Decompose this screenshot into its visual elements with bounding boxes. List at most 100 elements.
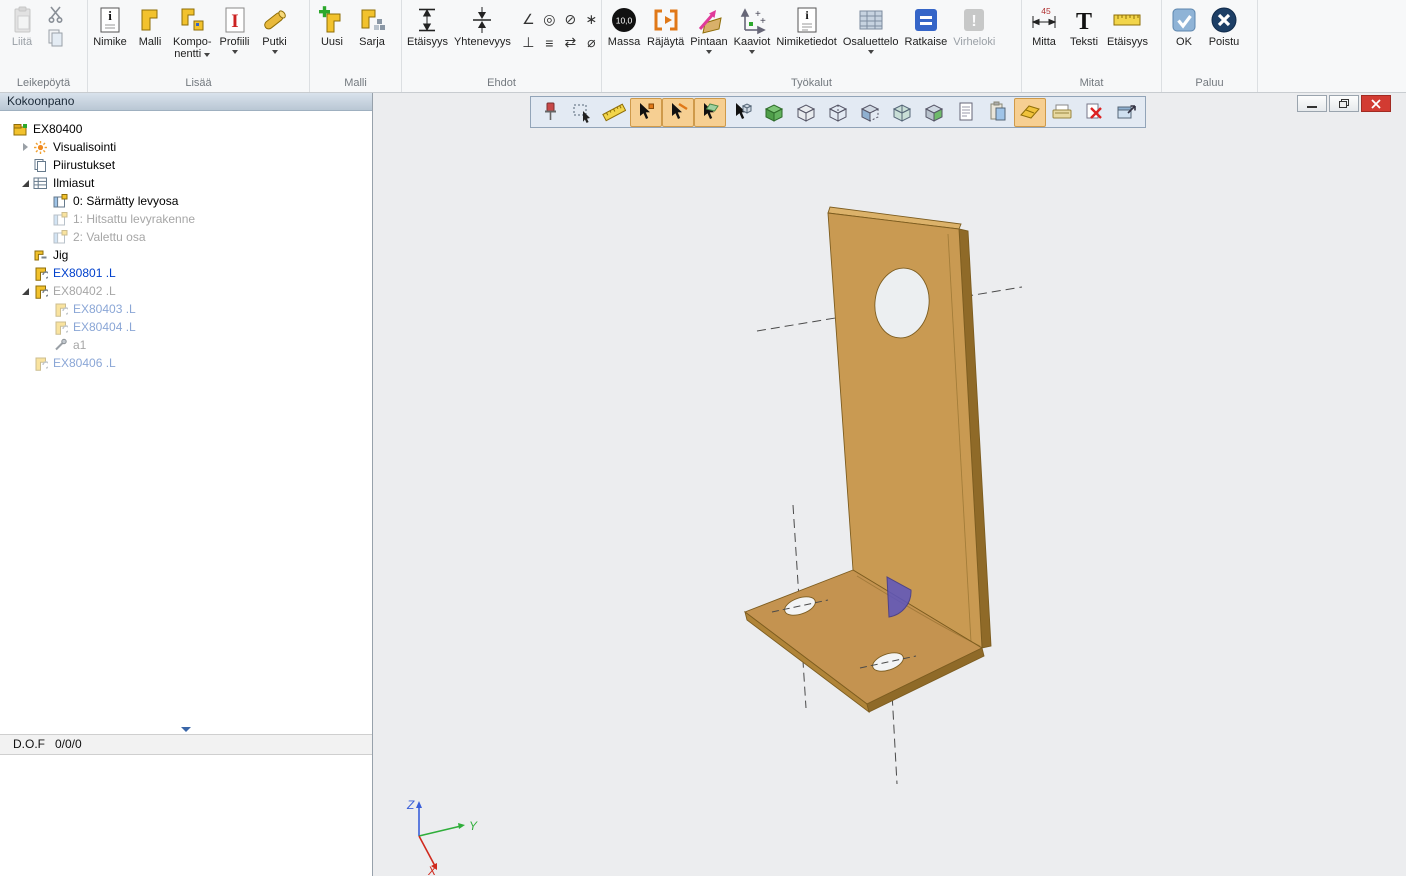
tree-item-ex80402[interactable]: EX80402 .L	[0, 282, 372, 300]
feature-list-icon[interactable]	[950, 98, 982, 127]
constraint-angle-button[interactable]: ∠	[518, 8, 539, 31]
etaisyys-measure-button[interactable]: Etäisyys	[1104, 2, 1151, 48]
explode-icon	[649, 3, 683, 36]
putki-button[interactable]: Putki	[255, 2, 295, 54]
external-view-icon[interactable]	[1110, 98, 1142, 127]
cube-shaded-icon[interactable]	[758, 98, 790, 127]
sheet-surface-icon[interactable]	[1014, 98, 1046, 127]
window-controls	[1295, 95, 1391, 112]
delete-doc-icon[interactable]	[1078, 98, 1110, 127]
exit-icon	[1207, 3, 1241, 36]
tree-item-ex80406[interactable]: EX80406 .L	[0, 354, 372, 372]
model-3d-bracket[interactable]	[745, 207, 991, 712]
uusi-button[interactable]: Uusi	[312, 2, 352, 48]
tray-icon[interactable]	[1046, 98, 1078, 127]
pintaan-button[interactable]: Pintaan	[687, 2, 730, 54]
ruler-icon	[1110, 3, 1144, 36]
teksti-button[interactable]: T Teksti	[1064, 2, 1104, 48]
assembly-root-icon	[13, 122, 28, 137]
z-axis-label: Z	[406, 798, 415, 812]
to-surface-icon	[692, 3, 726, 36]
dropdown-arrow-icon	[868, 50, 874, 54]
clipboard-icon[interactable]	[982, 98, 1014, 127]
massa-button[interactable]: 10,0 Massa	[604, 2, 644, 48]
group-label-clipboard: Leikepöytä	[0, 76, 87, 92]
pin-icon[interactable]	[534, 98, 566, 127]
panel-splitter[interactable]	[0, 724, 372, 734]
pick-vertex-icon[interactable]	[630, 98, 662, 127]
malli-button[interactable]: Malli	[130, 2, 170, 48]
kaaviot-button[interactable]: ++ Kaaviot	[731, 2, 774, 54]
constraint-symmetry-button[interactable]: ∗	[581, 8, 602, 31]
measure-icon[interactable]	[598, 98, 630, 127]
ribbon-group-model: Uusi Sarja Malli	[310, 0, 402, 92]
paste-icon	[5, 3, 39, 36]
virheloki-button[interactable]: ! Virheloki	[950, 2, 998, 48]
tree-item-ex80400[interactable]: EX80400	[0, 120, 372, 138]
error-log-icon: !	[957, 3, 991, 36]
constraint-tangent-button[interactable]: ⊘	[560, 8, 581, 31]
solve-icon	[909, 3, 943, 36]
constraint-diameter-button[interactable]: ⌀	[581, 31, 602, 54]
poistu-button[interactable]: Poistu	[1204, 2, 1244, 48]
pick-edge-icon[interactable]	[662, 98, 694, 127]
tree-item-config-0[interactable]: 0: Särmätty levyosa	[0, 192, 372, 210]
scene-svg: Z Y X	[373, 93, 1406, 876]
cube-wire-icon[interactable]	[790, 98, 822, 127]
nimike-button[interactable]: i Nimike	[90, 2, 130, 48]
tree-item-config-2[interactable]: 2: Valettu osa	[0, 228, 372, 246]
copy-button[interactable]	[44, 26, 68, 50]
mitta-button[interactable]: 45 Mitta	[1024, 2, 1064, 48]
restore-button[interactable]	[1329, 95, 1359, 112]
profiili-button[interactable]: I Profiili	[215, 2, 255, 54]
komponentti-button[interactable]: Kompo- nentti	[170, 2, 215, 60]
cut-button[interactable]	[44, 2, 68, 26]
group-label-constraints: Ehdot	[402, 76, 601, 92]
item-info-icon: i	[790, 3, 824, 36]
tree-item-jig[interactable]: Jig	[0, 246, 372, 264]
yhtenevyys-button[interactable]: Yhtenevyys	[451, 2, 514, 48]
cut-icon	[46, 4, 66, 24]
pick-body-icon[interactable]	[726, 98, 758, 127]
tree-item-piirustukset[interactable]: Piirustukset	[0, 156, 372, 174]
osaluettelo-button[interactable]: Osaluettelo	[840, 2, 902, 54]
tree-item-ex80801[interactable]: EX80801 .L	[0, 264, 372, 282]
paste-label: Liitä	[12, 36, 32, 48]
svg-text:i: i	[108, 8, 112, 23]
pick-face-icon[interactable]	[694, 98, 726, 127]
ok-button[interactable]: OK	[1164, 2, 1204, 48]
constraint-parallel-button[interactable]: ≡	[539, 31, 560, 54]
selection-toolbar	[530, 96, 1146, 128]
tree-item-ex80403[interactable]: EX80403 .L	[0, 300, 372, 318]
text-icon: T	[1067, 3, 1101, 36]
tree-item-config-1[interactable]: 1: Hitsattu levyrakenne	[0, 210, 372, 228]
cube-transparent-icon[interactable]	[886, 98, 918, 127]
expander-icon[interactable]	[18, 180, 32, 187]
rajayta-button[interactable]: Räjäytä	[644, 2, 687, 48]
tree-item-a1[interactable]: a1	[0, 336, 372, 354]
svg-text:T: T	[1076, 9, 1092, 35]
tree-item-visualisointi[interactable]: Visualisointi	[0, 138, 372, 156]
ratkaise-button[interactable]: Ratkaise	[902, 2, 951, 48]
viewport-3d[interactable]: Z Y X	[373, 93, 1406, 876]
tree-item-ex80404[interactable]: EX80404 .L	[0, 318, 372, 336]
etaisyys-constraint-button[interactable]: Etäisyys	[404, 2, 451, 48]
cube-hidden-icon[interactable]	[822, 98, 854, 127]
select-region-icon[interactable]	[566, 98, 598, 127]
expander-icon[interactable]	[18, 143, 32, 151]
constraint-perpendicular-button[interactable]: ⊥	[518, 31, 539, 54]
model-part-icon	[133, 3, 167, 36]
ribbon-spacer	[1258, 0, 1406, 92]
expander-icon[interactable]	[18, 288, 32, 295]
minimize-button[interactable]	[1297, 95, 1327, 112]
constraint-concentric-button[interactable]: ◎	[539, 8, 560, 31]
sarja-button[interactable]: Sarja	[352, 2, 392, 48]
paste-button[interactable]: Liitä	[2, 2, 42, 48]
constraint-swap-button[interactable]: ⇄	[560, 31, 581, 54]
ribbon: Liitä Leikepöytä i Nimike Malli	[0, 0, 1406, 93]
tree-item-ilmiasut[interactable]: Ilmiasut	[0, 174, 372, 192]
cube-iso-icon[interactable]	[918, 98, 950, 127]
close-button[interactable]	[1361, 95, 1391, 112]
nimiketiedot-button[interactable]: i Nimiketiedot	[773, 2, 840, 48]
cube-half-icon[interactable]	[854, 98, 886, 127]
